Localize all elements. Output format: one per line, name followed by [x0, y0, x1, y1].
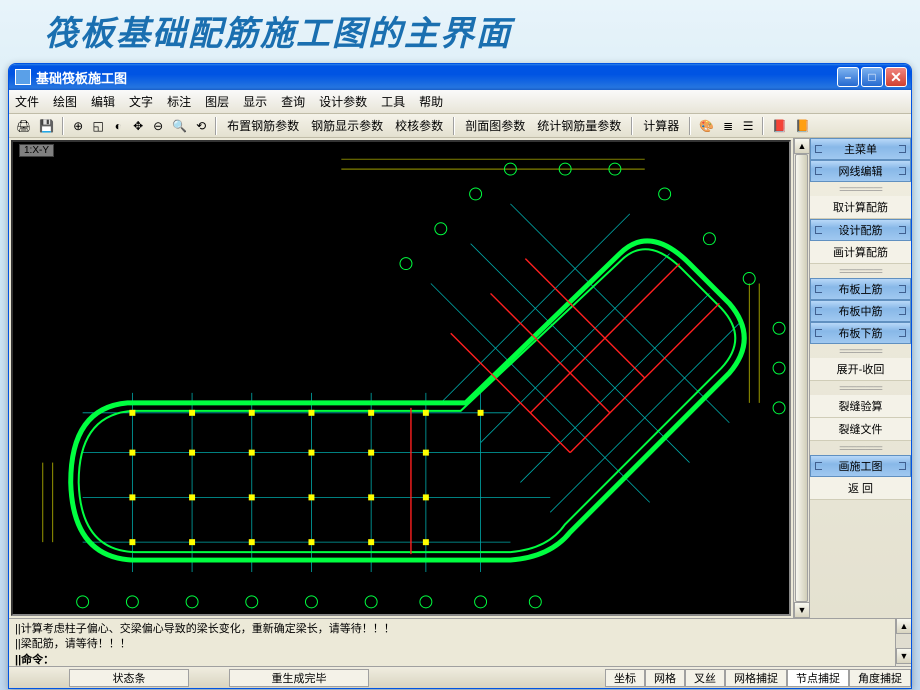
menu-help[interactable]: 帮助	[419, 93, 443, 110]
drawing-canvas[interactable]: 1:X-Y	[11, 140, 791, 616]
command-line-2: ||梁配筋，请等待！！！	[15, 637, 889, 652]
status-coords[interactable]: 坐标	[605, 669, 645, 687]
command-prompt[interactable]: ||命令：	[15, 653, 889, 668]
scroll-down-icon[interactable]: ▼	[794, 602, 810, 618]
command-area[interactable]: ||计算考虑柱子偏心、交梁偏心导致的梁长变化，重新确定梁长，请等待！！！ ||梁…	[9, 618, 895, 666]
titlebar: 基础筏板施工图 – □ ✕	[9, 64, 911, 90]
redraw-icon[interactable]: ⟲	[192, 117, 210, 135]
status-grid-snap[interactable]: 网格捕捉	[725, 669, 787, 687]
toolbar-sep-2	[215, 117, 217, 135]
toolbar-sep-4	[631, 117, 633, 135]
minimize-button[interactable]: –	[837, 67, 859, 87]
toolbar-sep	[62, 117, 64, 135]
side-header-top-rebar[interactable]: 布板上筋	[810, 278, 911, 300]
command-line-1: ||计算考虑柱子偏心、交梁偏心导致的梁长变化，重新确定梁长，请等待！！！	[15, 622, 889, 637]
menu-layer[interactable]: 图层	[205, 93, 229, 110]
command-scrollbar[interactable]: ▲ ▼	[895, 618, 911, 666]
exit-icon[interactable]: 📙	[792, 117, 813, 135]
props-icon[interactable]: ☰	[739, 117, 757, 135]
menu-dim[interactable]: 标注	[167, 93, 191, 110]
menu-tools[interactable]: 工具	[381, 93, 405, 110]
cmd-scroll-up-icon[interactable]: ▲	[896, 618, 912, 634]
color-icon[interactable]: 🎨	[696, 117, 717, 135]
rebar-display-params-button[interactable]: 钢筋显示参数	[306, 117, 388, 135]
scroll-track[interactable]	[794, 154, 809, 602]
pan-icon[interactable]: ✥	[129, 117, 147, 135]
zoom-realtime-icon[interactable]: 🔍	[169, 117, 190, 135]
print-icon[interactable]: 🖨	[13, 117, 34, 135]
check-params-button[interactable]: 校核参数	[390, 117, 448, 135]
menu-file[interactable]: 文件	[15, 93, 39, 110]
cmd-scroll-down-icon[interactable]: ▼	[896, 648, 912, 664]
cad-drawing	[13, 142, 789, 614]
menu-draw[interactable]: 绘图	[53, 93, 77, 110]
statusbar: 状态条 重生成完毕 坐标 网格 叉丝 网格捕捉 节点捕捉 角度捕捉	[9, 666, 911, 688]
zoom-out-icon[interactable]: ⊖	[149, 117, 167, 135]
toolbar-sep-6	[762, 117, 764, 135]
status-grid[interactable]: 网格	[645, 669, 685, 687]
side-header-bottom-rebar[interactable]: 布板下筋	[810, 322, 911, 344]
toolbar: 🖨 💾 ⊕ ◱ ◐ ✥ ⊖ 🔍 ⟲ 布置钢筋参数 钢筋显示参数 校核参数 剖面图…	[9, 114, 911, 138]
side-sep-5: ==========	[810, 441, 911, 455]
rebar-stat-params-button[interactable]: 统计钢筋量参数	[532, 117, 626, 135]
rebar-layout-params-button[interactable]: 布置钢筋参数	[222, 117, 304, 135]
vertical-scrollbar[interactable]: ▲ ▼	[793, 138, 809, 618]
menu-display[interactable]: 显示	[243, 93, 267, 110]
side-item-draw-calc-rebar[interactable]: 画计算配筋	[810, 241, 911, 264]
zoom-dynamic-icon[interactable]: ◐	[109, 117, 127, 135]
status-angle-snap[interactable]: 角度捕捉	[849, 669, 911, 687]
status-node-snap[interactable]: 节点捕捉	[787, 669, 849, 687]
side-item-get-calc-rebar[interactable]: 取计算配筋	[810, 196, 911, 219]
side-panel: 主菜单 网线编辑 ========== 取计算配筋 设计配筋 画计算配筋 ===…	[809, 138, 911, 618]
status-crosshair[interactable]: 叉丝	[685, 669, 725, 687]
side-sep-3: ==========	[810, 344, 911, 358]
slide-title: 筏板基础配筋施工图的主界面	[0, 0, 920, 63]
toolbar-sep-5	[689, 117, 691, 135]
side-item-return[interactable]: 返 回	[810, 477, 911, 500]
menu-text[interactable]: 文字	[129, 93, 153, 110]
side-header-design-rebar[interactable]: 设计配筋	[810, 219, 911, 241]
maximize-button[interactable]: □	[861, 67, 883, 87]
menubar: 文件 绘图 编辑 文字 标注 图层 显示 查询 设计参数 工具 帮助	[9, 90, 911, 114]
side-header-mid-rebar[interactable]: 布板中筋	[810, 300, 911, 322]
status-state[interactable]: 状态条	[69, 669, 189, 687]
side-item-crack-file[interactable]: 裂缝文件	[810, 418, 911, 441]
menu-query[interactable]: 查询	[281, 93, 305, 110]
view-label: 1:X-Y	[19, 144, 54, 157]
status-regen[interactable]: 重生成完毕	[229, 669, 369, 687]
section-params-button[interactable]: 剖面图参数	[460, 117, 530, 135]
side-item-expand-collapse[interactable]: 展开-收回	[810, 358, 911, 381]
side-item-crack-check[interactable]: 裂缝验算	[810, 395, 911, 418]
menu-edit[interactable]: 编辑	[91, 93, 115, 110]
app-window: 基础筏板施工图 – □ ✕ 文件 绘图 编辑 文字 标注 图层 显示 查询 设计…	[8, 63, 912, 689]
scroll-thumb[interactable]	[795, 154, 808, 602]
work-area: 1:X-Y	[9, 138, 911, 618]
side-sep: ==========	[810, 182, 911, 196]
menu-design-params[interactable]: 设计参数	[319, 93, 367, 110]
zoom-extents-icon[interactable]: ⊕	[69, 117, 87, 135]
side-sep-2: ==========	[810, 264, 911, 278]
side-sep-4: ==========	[810, 381, 911, 395]
save-icon[interactable]: 💾	[36, 117, 57, 135]
side-header-main[interactable]: 主菜单	[810, 138, 911, 160]
side-header-grid-edit[interactable]: 网线编辑	[810, 160, 911, 182]
window-title: 基础筏板施工图	[36, 68, 835, 87]
toolbar-sep-3	[453, 117, 455, 135]
calculator-button[interactable]: 计算器	[638, 117, 684, 135]
side-header-draw-construction[interactable]: 画施工图	[810, 455, 911, 477]
scroll-up-icon[interactable]: ▲	[794, 138, 810, 154]
app-icon	[15, 69, 31, 85]
zoom-window-icon[interactable]: ◱	[89, 117, 107, 135]
layers-icon[interactable]: ≣	[719, 117, 737, 135]
close-button[interactable]: ✕	[885, 67, 907, 87]
book-icon[interactable]: 📕	[769, 117, 790, 135]
